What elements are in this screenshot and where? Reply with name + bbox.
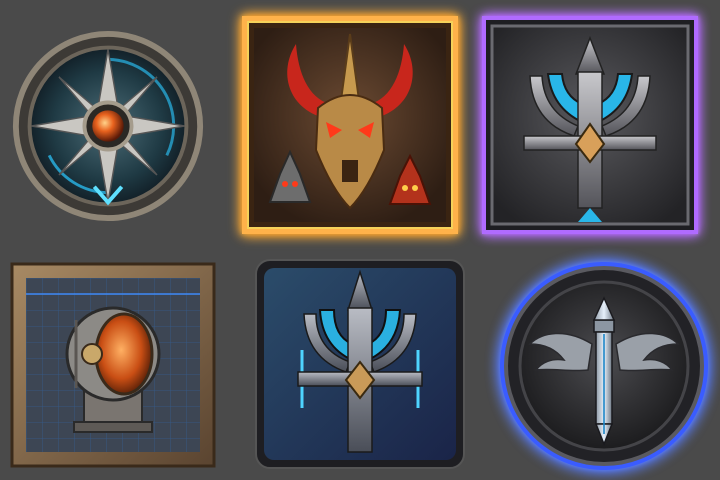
demon-skull-graphic (242, 16, 458, 234)
trident-crest-icon[interactable] (478, 12, 702, 238)
winged-sword-icon[interactable] (496, 258, 712, 474)
winged-sword-graphic (500, 262, 708, 470)
demon-skull-icon[interactable] (238, 12, 462, 238)
round-shield-orb-icon[interactable] (10, 28, 206, 224)
steel-barrel-icon[interactable] (10, 262, 216, 468)
blue-trident-icon[interactable] (254, 258, 466, 470)
steel-barrel-graphic (10, 262, 216, 468)
round-shield-orb-graphic (12, 30, 204, 222)
trident-crest-graphic (482, 16, 698, 234)
blue-trident-graphic (255, 259, 465, 469)
